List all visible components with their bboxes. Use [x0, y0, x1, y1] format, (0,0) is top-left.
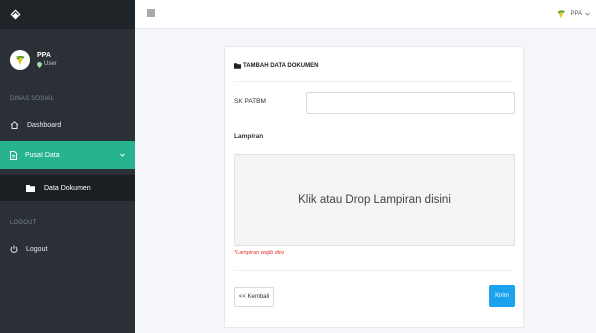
divider — [234, 270, 514, 271]
sk-patbm-label: SK PATBM — [234, 98, 266, 105]
back-button[interactable]: << Kembali — [234, 287, 274, 307]
user-menu[interactable]: PPA — [555, 8, 590, 20]
avatar[interactable] — [10, 50, 30, 70]
sidebar-item-label: Dashboard — [27, 121, 62, 129]
topbar: PPA — [135, 0, 596, 29]
chevron-down-icon — [585, 12, 590, 16]
chevron-down-icon — [120, 153, 125, 157]
sidebar-item-label: Pusat Data — [25, 151, 60, 159]
avatar — [555, 8, 567, 20]
file-icon — [10, 150, 17, 160]
user-name: PPA — [37, 52, 51, 59]
document-form-card: TAMBAH DATA DOKUMEN SK PATBM Lampiran Kl… — [224, 46, 524, 328]
sidebar-subitem-label: Data Dokumen — [44, 184, 91, 192]
user-role-label: User — [44, 61, 57, 67]
menu-icon[interactable] — [147, 9, 155, 17]
user-panel: PPA User — [0, 29, 135, 91]
folder-icon — [26, 184, 35, 192]
sidebar-item-label: Logout — [26, 245, 48, 253]
dropzone-text: Klik atau Drop Lampiran disini — [298, 194, 451, 206]
lampiran-dropzone[interactable]: Klik atau Drop Lampiran disini — [234, 154, 515, 246]
sidebar-item-pusat-data[interactable]: Pusat Data — [0, 141, 135, 169]
power-icon — [10, 245, 18, 253]
card-title: TAMBAH DATA DOKUMEN — [234, 63, 318, 69]
brand-logo-icon[interactable] — [10, 9, 21, 20]
user-role: User — [37, 60, 57, 69]
nav-header-logout: LOGOUT — [10, 220, 37, 226]
brand-bar — [0, 0, 135, 29]
sidebar: PPA User DINAS SOSIAL Dashboard Pusat Da… — [0, 0, 135, 333]
map-marker-icon — [37, 61, 42, 68]
sidebar-subitem-data-dokumen[interactable]: Data Dokumen — [0, 175, 135, 201]
divider — [234, 81, 514, 82]
nav-header-dinas-sosial: DINAS SOSIAL — [10, 96, 55, 102]
lampiran-label: Lampiran — [234, 133, 264, 140]
folder-icon — [234, 63, 241, 69]
home-icon — [10, 121, 19, 129]
sidebar-item-logout[interactable]: Logout — [0, 235, 135, 263]
sk-patbm-input[interactable] — [306, 92, 515, 114]
lampiran-required-warning: *Lampiran wajib diisi — [234, 250, 285, 256]
user-menu-label: PPA — [570, 11, 582, 17]
submit-button[interactable]: Kirim — [489, 285, 515, 307]
card-title-text: TAMBAH DATA DOKUMEN — [243, 63, 319, 69]
sidebar-item-dashboard[interactable]: Dashboard — [0, 111, 135, 139]
